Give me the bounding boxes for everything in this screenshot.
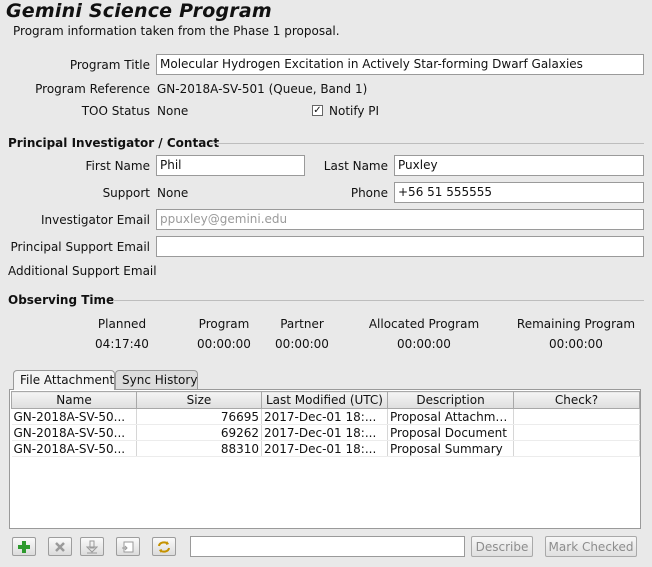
first-name-field[interactable]: Phil [156,155,305,176]
phone-field[interactable]: +56 51 555555 [394,182,644,203]
observing-time-title: Observing Time [8,293,115,307]
cell-size: 76695 [136,408,262,425]
refresh-attachments-button[interactable] [152,537,176,556]
cell-description: Proposal Attachment [387,408,514,425]
remove-attachment-button[interactable] [48,537,72,556]
phone-label: Phone [350,186,388,200]
cell-last-modified: 2017-Dec-01 18:... [261,408,388,425]
attachments-panel: Name Size Last Modified (UTC) Descriptio… [9,389,641,529]
mark-checked-button[interactable]: Mark Checked [545,536,637,557]
export-attachment-button[interactable] [116,537,140,556]
program-title-label: Program Title [69,58,150,72]
principal-support-email-label: Principal Support Email [10,240,151,254]
cell-size: 69262 [136,424,262,441]
notify-pi-checkbox[interactable]: ✓ [312,105,323,116]
tab-file-attachment[interactable]: File Attachment [13,370,115,390]
last-name-label: Last Name [323,159,388,173]
cell-description: Proposal Document [387,424,514,441]
too-status-label: TOO Status [81,104,150,118]
last-name-field[interactable]: Puxley [394,155,644,176]
cell-name: GN-2018A-SV-50... [11,408,137,425]
table-row[interactable]: GN-2018A-SV-50... 76695 2017-Dec-01 18:.… [11,408,640,425]
refresh-icon [156,540,172,554]
cell-name: GN-2018A-SV-50... [11,424,137,441]
column-header-description[interactable]: Description [387,391,514,409]
allocated-program-value: 00:00:00 [397,337,451,351]
allocated-program-label: Allocated Program [368,317,480,331]
download-icon [86,540,98,554]
program-reference-label: Program Reference [35,82,150,96]
partner-time-label: Partner [280,317,324,331]
page-subtitle: Program information taken from the Phase… [13,24,340,38]
remaining-program-label: Remaining Program [516,317,636,331]
export-icon [121,540,135,554]
principal-support-email-field[interactable] [156,236,644,257]
cell-size: 88310 [136,440,262,457]
download-attachment-button[interactable] [80,537,104,556]
notify-pi-label: Notify PI [329,104,380,118]
support-label: Support [102,186,150,200]
pi-section-divider [210,143,644,144]
too-status-value: None [157,104,189,118]
add-attachment-button[interactable] [12,537,36,556]
investigator-email-label: Investigator Email [41,213,150,227]
add-icon [17,540,31,554]
investigator-email-field[interactable]: ppuxley@gemini.edu [156,209,644,230]
partner-time-value: 00:00:00 [275,337,329,351]
column-header-last-modified[interactable]: Last Modified (UTC) [261,391,388,409]
page-title: Gemini Science Program [6,0,272,22]
cell-check[interactable] [513,424,640,441]
planned-value: 04:17:40 [95,337,149,351]
pi-section-title: Principal Investigator / Contact [8,136,220,150]
cell-last-modified: 2017-Dec-01 18:... [261,440,388,457]
program-title-field[interactable]: Molecular Hydrogen Excitation in Activel… [156,54,644,75]
cell-name: GN-2018A-SV-50... [11,440,137,457]
remove-icon [54,541,66,553]
additional-support-email-label: Additional Support Email [8,264,157,278]
table-row[interactable]: GN-2018A-SV-50... 69262 2017-Dec-01 18:.… [11,424,640,441]
column-header-check[interactable]: Check? [513,391,640,409]
observing-time-divider [113,300,644,301]
describe-button[interactable]: Describe [471,536,533,557]
cell-check[interactable] [513,408,640,425]
first-name-label: First Name [85,159,150,173]
program-reference-value: GN-2018A-SV-501 (Queue, Band 1) [157,82,368,96]
description-input[interactable] [190,536,465,557]
attachments-table: Name Size Last Modified (UTC) Descriptio… [11,391,640,457]
table-row[interactable]: GN-2018A-SV-50... 88310 2017-Dec-01 18:.… [11,440,640,457]
tab-sync-history[interactable]: Sync History [115,370,198,389]
remaining-program-value: 00:00:00 [549,337,603,351]
column-header-size[interactable]: Size [136,391,262,409]
cell-check[interactable] [513,440,640,457]
cell-description: Proposal Summary [387,440,514,457]
cell-last-modified: 2017-Dec-01 18:... [261,424,388,441]
support-value: None [157,186,189,200]
planned-label: Planned [97,317,147,331]
column-header-name[interactable]: Name [11,391,137,409]
